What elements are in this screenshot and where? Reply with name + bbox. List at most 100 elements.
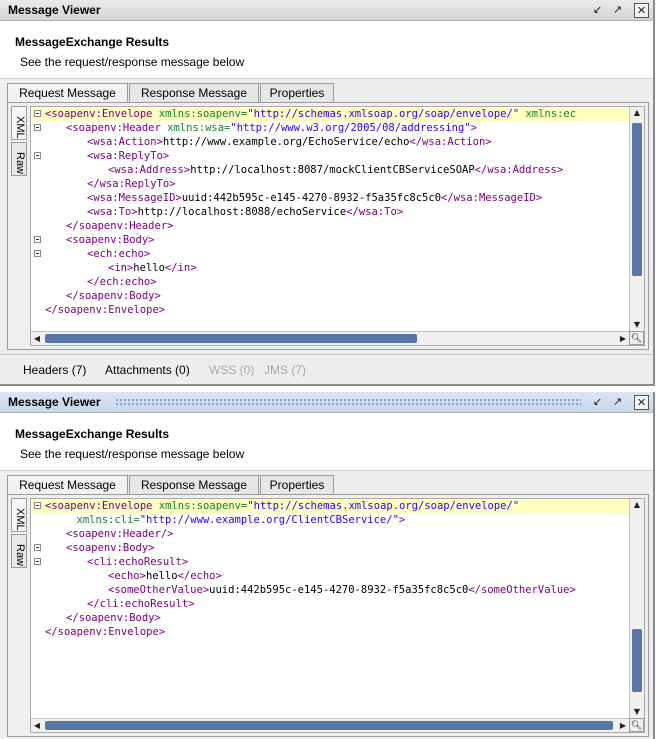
tab-raw[interactable]: Raw <box>11 142 27 176</box>
xml-token: <soapenv:Body> <box>66 234 155 246</box>
xml-token: http://localhost:8087/mockClientCBServic… <box>190 164 475 176</box>
zoom-icon[interactable]: 🔍︎ <box>629 331 644 345</box>
scroll-thumb-horizontal[interactable] <box>45 334 417 343</box>
tab-xml[interactable]: XML <box>11 106 27 140</box>
scroll-right-icon[interactable]: ▶ <box>617 719 629 732</box>
scroll-thumb[interactable] <box>632 123 642 276</box>
code-line[interactable]: xmlns:cli="http://www.example.org/Client… <box>31 513 629 527</box>
zoom-icon[interactable]: 🔍︎ <box>629 718 644 732</box>
code-line[interactable]: <wsa:MessageID>uuid:442b595c-e145-4270-8… <box>31 191 629 205</box>
scroll-left-icon[interactable]: ◀ <box>31 719 43 732</box>
code-line[interactable]: <soapenv:Body> <box>31 541 629 555</box>
header-subtitle: See the request/response message below <box>20 55 245 69</box>
fold-toggle-icon[interactable] <box>34 124 41 131</box>
xml-editor[interactable]: <soapenv:Envelope xmlns:soapenv="http://… <box>30 498 645 733</box>
code-line[interactable]: </soapenv:Envelope> <box>31 625 629 639</box>
xml-token: <soapenv:Header/> <box>66 528 174 540</box>
xml-token: > <box>470 122 477 134</box>
vertical-scrollbar[interactable]: ▲ ▼ <box>629 499 644 718</box>
xml-token: uuid:442b595c-e145-4270-8932-f5a35fc8c5c… <box>209 584 469 596</box>
xml-token: </in> <box>164 262 197 274</box>
close-icon[interactable]: ✕ <box>634 3 649 18</box>
tab-attachments[interactable]: Attachments (0) <box>105 363 190 377</box>
header-title: MessageExchange Results <box>15 35 170 49</box>
code-line[interactable]: <echo>hello</echo> <box>31 569 629 583</box>
tab-properties[interactable]: Properties <box>260 83 334 103</box>
scroll-up-icon[interactable]: ▲ <box>630 107 644 119</box>
fold-toggle-icon[interactable] <box>34 558 41 565</box>
tab-raw[interactable]: Raw <box>11 534 27 568</box>
code-line[interactable]: <wsa:Address>http://localhost:8087/mockC… <box>31 163 629 177</box>
fold-toggle-icon[interactable] <box>34 502 41 509</box>
restore-icon[interactable]: ↙ <box>590 3 605 18</box>
code-line[interactable]: </cli:echoResult> <box>31 597 629 611</box>
header-subtitle: See the request/response message below <box>20 447 245 461</box>
tab-properties[interactable]: Properties <box>260 475 334 495</box>
title-bar[interactable]: Message Viewer ↙ ↗ ✕ <box>0 0 653 21</box>
vertical-scrollbar[interactable]: ▲ ▼ <box>629 107 644 331</box>
code-line[interactable]: <wsa:ReplyTo> <box>31 149 629 163</box>
xml-token: xmlns:soapenv= <box>158 108 248 120</box>
xml-token: <cli:echoResult> <box>87 556 189 568</box>
inspector-tabs: Headers (7) Attachments (0) WSS (0) JMS … <box>0 354 653 384</box>
xml-editor[interactable]: <soapenv:Envelope xmlns:soapenv="http://… <box>30 106 645 346</box>
xml-token: <someOtherValue> <box>108 584 210 596</box>
code-line[interactable]: <cli:echoResult> <box>31 555 629 569</box>
code-line[interactable]: </soapenv:Envelope> <box>31 303 629 317</box>
xml-token: <wsa:MessageID> <box>87 192 182 204</box>
code-line[interactable]: <soapenv:Envelope xmlns:soapenv="http://… <box>31 107 629 121</box>
code-line[interactable]: <soapenv:Header xmlns:wsa="http://www.w3… <box>31 121 629 135</box>
code-line[interactable]: </soapenv:Body> <box>31 289 629 303</box>
code-line[interactable]: <soapenv:Body> <box>31 233 629 247</box>
fold-toggle-icon[interactable] <box>34 250 41 257</box>
code-line[interactable]: <someOtherValue>uuid:442b595c-e145-4270-… <box>31 583 629 597</box>
results-header: MessageExchange Results See the request/… <box>0 413 653 471</box>
scroll-thumb-horizontal[interactable] <box>45 721 613 730</box>
horizontal-scrollbar[interactable]: ◀ ▶ <box>31 718 629 732</box>
xml-token: xmlns:ec <box>519 108 577 120</box>
panel-title: Message Viewer <box>8 395 101 409</box>
code-line[interactable]: <wsa:To>http://localhost:8088/echoServic… <box>31 205 629 219</box>
scroll-thumb[interactable] <box>632 629 642 692</box>
scroll-down-icon[interactable]: ▼ <box>630 706 644 718</box>
xml-token: </someOtherValue> <box>468 584 576 596</box>
xml-token: xmlns:wsa= <box>167 122 231 134</box>
code-area[interactable]: <soapenv:Envelope xmlns:soapenv="http://… <box>31 107 629 331</box>
horizontal-scrollbar[interactable]: ◀ ▶ <box>31 331 629 345</box>
xml-token: <wsa:Address> <box>108 164 191 176</box>
code-line[interactable]: <soapenv:Header/> <box>31 527 629 541</box>
scroll-down-icon[interactable]: ▼ <box>630 319 644 331</box>
code-area[interactable]: <soapenv:Envelope xmlns:soapenv="http://… <box>31 499 629 718</box>
restore-icon[interactable]: ↙ <box>590 395 605 410</box>
title-bar[interactable]: Message Viewer ↙ ↗ ✕ <box>0 392 653 413</box>
fold-toggle-icon[interactable] <box>34 152 41 159</box>
fold-toggle-icon[interactable] <box>34 236 41 243</box>
maximize-icon[interactable]: ↗ <box>610 3 625 18</box>
code-line[interactable]: <ech:echo> <box>31 247 629 261</box>
tab-headers[interactable]: Headers (7) <box>23 363 86 377</box>
code-line[interactable]: <wsa:Action>http://www.example.org/EchoS… <box>31 135 629 149</box>
code-line[interactable]: </wsa:ReplyTo> <box>31 177 629 191</box>
xml-token: > <box>398 514 406 526</box>
code-line[interactable]: <soapenv:Envelope xmlns:soapenv="http://… <box>31 499 629 513</box>
code-line[interactable]: <in>hello</in> <box>31 261 629 275</box>
scroll-up-icon[interactable]: ▲ <box>630 499 644 511</box>
code-line[interactable]: </soapenv:Body> <box>31 611 629 625</box>
tab-response-message[interactable]: Response Message <box>129 475 259 495</box>
tab-wss: WSS (0) <box>209 363 255 377</box>
tab-response-message[interactable]: Response Message <box>129 83 259 103</box>
scroll-left-icon[interactable]: ◀ <box>31 332 43 345</box>
xml-token: hello <box>133 262 165 274</box>
fold-toggle-icon[interactable] <box>34 544 41 551</box>
xml-token: xmlns:soapenv= <box>158 500 248 512</box>
scroll-right-icon[interactable]: ▶ <box>617 332 629 345</box>
maximize-icon[interactable]: ↗ <box>610 395 625 410</box>
xml-token: <echo> <box>108 570 146 582</box>
fold-toggle-icon[interactable] <box>34 110 41 117</box>
xml-token: </echo> <box>177 570 222 582</box>
code-line[interactable]: </soapenv:Header> <box>31 219 629 233</box>
xml-token: <soapenv:Envelope <box>45 108 159 120</box>
tab-xml[interactable]: XML <box>11 498 27 532</box>
code-line[interactable]: </ech:echo> <box>31 275 629 289</box>
close-icon[interactable]: ✕ <box>634 395 649 410</box>
